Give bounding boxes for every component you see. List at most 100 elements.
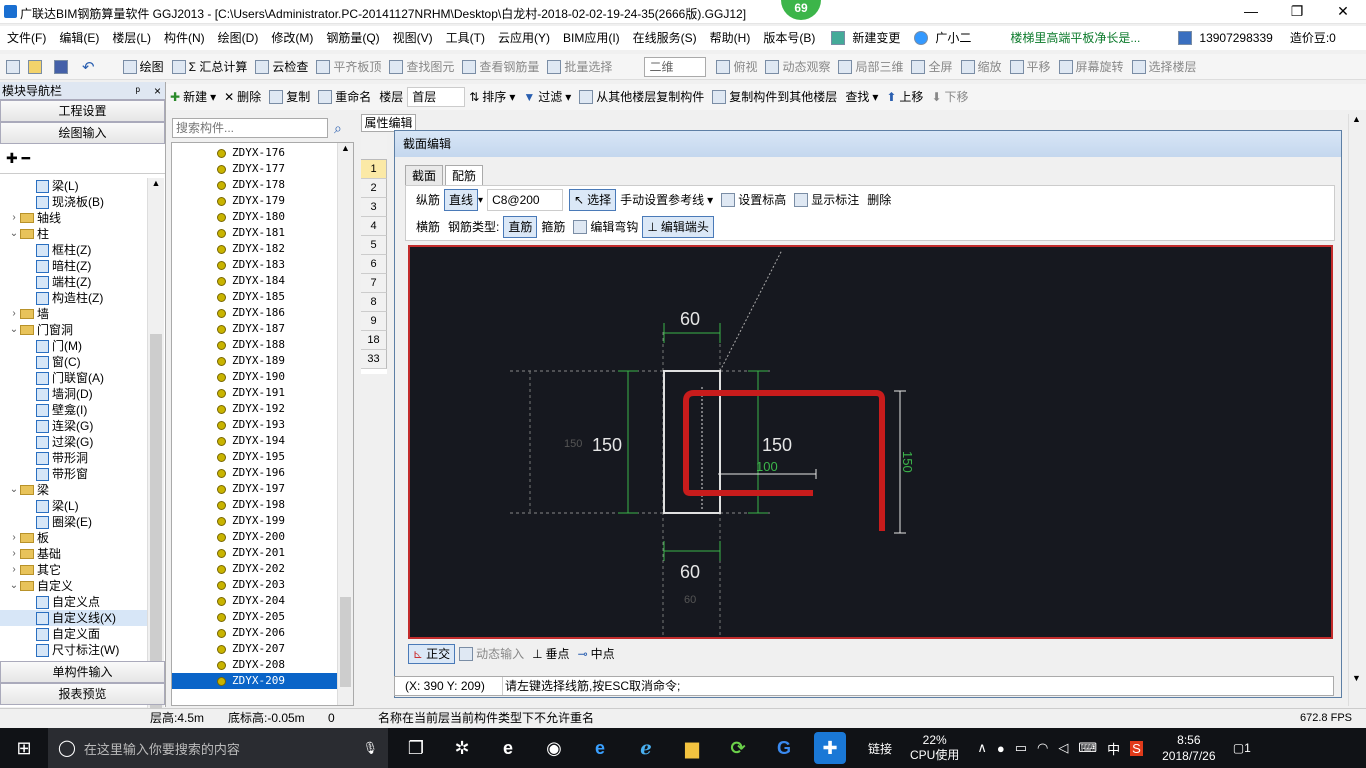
taskbar-search-box[interactable]: ◯ 在这里输入你要搜索的内容 🎙 — [48, 728, 388, 768]
browser-app-icon[interactable]: ◉ — [538, 732, 570, 764]
straight-rebar-button[interactable]: 直筋 — [503, 216, 538, 238]
midpoint-button[interactable]: ⊸ 中点 — [574, 641, 619, 667]
tree-toggle-icon[interactable]: › — [8, 562, 20, 578]
menu-item[interactable]: 编辑(E) — [56, 26, 102, 50]
view-toolbar-button[interactable]: 缩放 — [957, 54, 1006, 80]
toolbar-button[interactable]: 批量选择 — [543, 54, 616, 80]
ime-indicator[interactable]: 中 — [1107, 739, 1120, 758]
green-app-icon[interactable]: ⟳ — [722, 732, 754, 764]
tab-section[interactable]: 截面 — [405, 165, 444, 185]
tree-item[interactable]: 梁(L) — [0, 178, 148, 194]
select-button[interactable]: ↖ 选择 — [569, 189, 617, 211]
file-explorer-icon[interactable]: ▆ — [676, 732, 708, 764]
component-list-item[interactable]: ZDYX-209 — [172, 673, 337, 689]
component-list-item[interactable]: ZDYX-192 — [172, 401, 337, 417]
grid-row-number[interactable]: 6 — [361, 255, 387, 274]
dialog-delete-button[interactable]: 删除 — [863, 187, 895, 213]
main-scrollbar[interactable]: ▲ ▼ — [1348, 114, 1364, 706]
component-list-item[interactable]: ZDYX-186 — [172, 305, 337, 321]
keyboard-icon[interactable]: ⌨ — [1078, 740, 1097, 756]
tree-toggle-icon[interactable]: › — [8, 546, 20, 562]
component-list-item[interactable]: ZDYX-184 — [172, 273, 337, 289]
view-toolbar-button[interactable]: 局部三维 — [834, 54, 907, 80]
grid-row-number[interactable]: 7 — [361, 274, 387, 293]
tree-item[interactable]: 带形洞 — [0, 450, 148, 466]
mic-icon[interactable]: 🎙 — [363, 741, 378, 755]
tree-toggle-icon[interactable]: ⌄ — [8, 482, 20, 498]
view-toolbar-button[interactable]: 屏幕旋转 — [1055, 54, 1128, 80]
tree-item[interactable]: 过梁(G) — [0, 434, 148, 450]
notification-badge[interactable]: 69 — [781, 0, 821, 20]
single-component-button[interactable]: 单构件输入 — [0, 661, 165, 683]
component-list-item[interactable]: ZDYX-200 — [172, 529, 337, 545]
toolbar-button[interactable]: 云检查 — [251, 54, 312, 80]
component-list-item[interactable]: ZDYX-197 — [172, 481, 337, 497]
tree-item[interactable]: › 基础 — [0, 546, 148, 562]
expand-collapse-icons[interactable]: ✚ ━ — [0, 144, 165, 174]
component-list-item[interactable]: ZDYX-178 — [172, 177, 337, 193]
toolbar-button[interactable]: 查看钢筋量 — [458, 54, 543, 80]
tree-item[interactable]: ⌄ 柱 — [0, 226, 148, 242]
toolbar-button[interactable]: Σ 汇总计算 — [168, 54, 252, 80]
component-list-item[interactable]: ZDYX-176 — [172, 145, 337, 161]
tree-item[interactable]: ⌄ 门窗洞 — [0, 322, 148, 338]
tree-item[interactable]: 端柱(Z) — [0, 274, 148, 290]
component-list-item[interactable]: ZDYX-182 — [172, 241, 337, 257]
tree-item[interactable]: 带形窗 — [0, 466, 148, 482]
component-list-item[interactable]: ZDYX-208 — [172, 657, 337, 673]
menu-item[interactable]: BIM应用(I) — [560, 26, 623, 50]
grid-row-number[interactable]: 8 — [361, 293, 387, 312]
dynamic-input-button[interactable]: 动态输入 — [455, 641, 528, 667]
perpendicular-button[interactable]: ⊥ 垂点 — [528, 641, 573, 667]
tree-item[interactable]: 连梁(G) — [0, 418, 148, 434]
menu-item[interactable]: 工具(T) — [443, 26, 488, 50]
tree-item[interactable]: 门(M) — [0, 338, 148, 354]
list-scroll-thumb[interactable] — [340, 597, 351, 687]
component-list-item[interactable]: ZDYX-190 — [172, 369, 337, 385]
menu-item[interactable]: 绘图(D) — [215, 26, 262, 50]
price-beans[interactable]: 造价豆:0 — [1287, 26, 1339, 50]
grid-row-number[interactable]: 2 — [361, 179, 387, 198]
component-list-item[interactable]: ZDYX-187 — [172, 321, 337, 337]
component-list-item[interactable]: ZDYX-196 — [172, 465, 337, 481]
sogou-icon[interactable]: S — [1130, 740, 1143, 756]
phone-account[interactable]: 13907298339 — [1196, 26, 1275, 50]
edit-end-button[interactable]: ⊥ 编辑端头 — [642, 216, 714, 238]
task-view-icon[interactable]: ❐ — [400, 732, 432, 764]
view-toolbar-button[interactable]: 选择楼层 — [1128, 54, 1201, 80]
pinwheel-app-icon[interactable]: ✲ — [446, 732, 478, 764]
component-list-item[interactable]: ZDYX-198 — [172, 497, 337, 513]
component-list-item[interactable]: ZDYX-201 — [172, 545, 337, 561]
tree-item[interactable]: 框柱(Z) — [0, 242, 148, 258]
open-file-icon[interactable] — [28, 59, 42, 74]
component-list-item[interactable]: ZDYX-195 — [172, 449, 337, 465]
component-list-item[interactable]: ZDYX-185 — [172, 289, 337, 305]
menu-item[interactable]: 钢筋量(Q) — [323, 26, 382, 50]
tree-item[interactable]: ⌄ 梁 — [0, 482, 148, 498]
ggj-app-icon[interactable]: ✚ — [814, 732, 846, 764]
tree-item[interactable]: 墙洞(D) — [0, 386, 148, 402]
notification-bell-icon[interactable]: ● — [997, 741, 1005, 756]
drawing-canvas[interactable]: 60 60 150 150 150 60 100 150 — [408, 245, 1333, 639]
tree-item[interactable]: › 墙 — [0, 306, 148, 322]
undo-icon[interactable]: ↶ — [82, 58, 95, 76]
tree-toggle-icon[interactable]: › — [8, 530, 20, 546]
tree-item[interactable]: 自定义点 — [0, 594, 148, 610]
line-mode-button[interactable]: 直线 — [444, 189, 479, 211]
tree-toggle-icon[interactable]: › — [8, 210, 20, 226]
rename-button[interactable]: 重命名 — [314, 84, 375, 110]
view-toolbar-button[interactable]: 平移 — [1006, 54, 1055, 80]
tree-scroll-thumb[interactable] — [150, 334, 162, 714]
save-icon[interactable] — [54, 59, 68, 74]
tree-item[interactable]: 梁(L) — [0, 498, 148, 514]
tree-scrollbar[interactable]: ▲ — [147, 178, 164, 740]
menu-item[interactable]: 构件(N) — [161, 26, 208, 50]
copy-from-floor-button[interactable]: 从其他楼层复制构件 — [575, 84, 708, 110]
component-list-item[interactable]: ZDYX-188 — [172, 337, 337, 353]
assistant-menu[interactable]: 广小二 — [932, 26, 974, 50]
component-list-item[interactable]: ZDYX-179 — [172, 193, 337, 209]
close-button[interactable]: ✕ — [1320, 0, 1366, 24]
set-elevation-button[interactable]: 设置标高 — [717, 187, 790, 213]
filter-button[interactable]: ▼ 过滤 ▾ — [519, 84, 575, 110]
toolbar-button[interactable]: 查找图元 — [385, 54, 458, 80]
